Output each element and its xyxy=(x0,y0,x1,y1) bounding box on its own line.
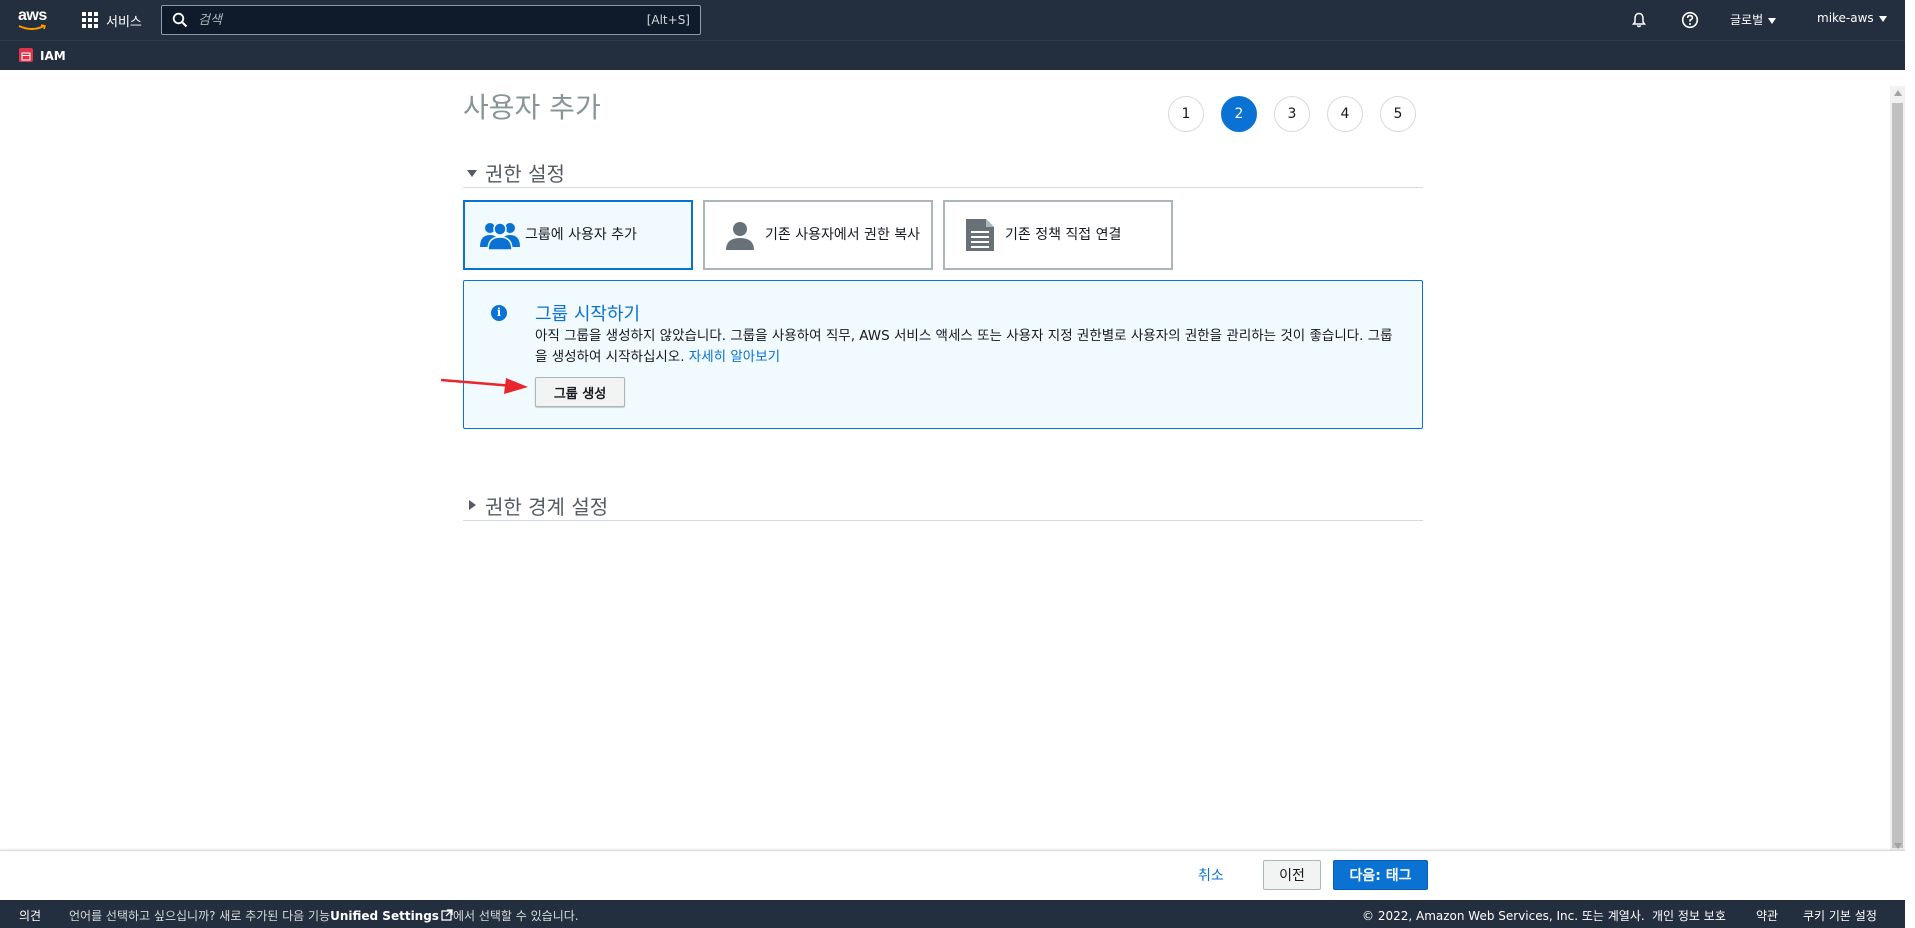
info-icon: i xyxy=(491,305,507,321)
step-3[interactable]: 3 xyxy=(1274,96,1310,132)
account-name: mike-aws xyxy=(1817,11,1874,25)
external-link-icon xyxy=(441,909,453,921)
get-started-with-groups-alert: i 그룹 시작하기 아직 그룹을 생성하지 않았습니다. 그룹을 사용하여 직무… xyxy=(463,280,1423,429)
step-5[interactable]: 5 xyxy=(1380,96,1416,132)
language-notice: 언어를 선택하고 싶으십니까? 새로 추가된 다음 기능Unified Sett… xyxy=(69,907,579,924)
services-menu-button[interactable]: 서비스 xyxy=(82,9,142,31)
page-title: 사용자 추가 xyxy=(463,91,601,124)
copyright: © 2022, Amazon Web Services, Inc. 또는 계열사… xyxy=(1362,909,1645,923)
search-icon xyxy=(172,12,188,28)
option-label: 기존 사용자에서 권한 복사 xyxy=(765,226,921,243)
red-arrow-annotation-icon xyxy=(440,378,528,394)
scroll-down-arrow-icon[interactable] xyxy=(1894,843,1902,849)
page-scrollbar[interactable] xyxy=(1890,86,1905,850)
services-label: 서비스 xyxy=(106,14,142,30)
document-icon xyxy=(957,212,1003,258)
language-notice-suffix: 에서 선택할 수 있습니다. xyxy=(452,909,579,923)
next-tags-button[interactable]: 다음: 태그 xyxy=(1333,860,1428,890)
account-menu[interactable]: mike-aws xyxy=(1817,11,1887,25)
option-attach-policies[interactable]: 기존 정책 직접 연결 xyxy=(943,200,1173,270)
step-2[interactable]: 2 xyxy=(1221,96,1257,132)
permissions-section-title: 권한 설정 xyxy=(485,162,565,186)
feedback-link[interactable]: 의견 xyxy=(19,907,41,924)
top-navigation: aws 서비스 [Alt+S] 글로벌 xyxy=(0,0,1905,40)
step-4[interactable]: 4 xyxy=(1327,96,1363,132)
language-notice-prefix: 언어를 선택하고 싶으십니까? 새로 추가된 다음 기능 xyxy=(69,909,331,923)
user-icon xyxy=(717,212,763,258)
grid-icon xyxy=(82,12,98,28)
service-favorites-bar: IAM xyxy=(0,40,1905,70)
search-shortcut-hint: [Alt+S] xyxy=(646,13,690,27)
option-copy-permissions[interactable]: 기존 사용자에서 권한 복사 xyxy=(703,200,933,270)
previous-button[interactable]: 이전 xyxy=(1263,860,1321,890)
iam-service-icon[interactable] xyxy=(19,48,33,62)
chevron-down-icon xyxy=(1878,15,1887,22)
alert-title: 그룹 시작하기 xyxy=(535,304,641,325)
region-label: 글로벌 xyxy=(1730,13,1764,27)
permissions-boundary-section-title: 권한 경계 설정 xyxy=(485,495,609,519)
terms-link[interactable]: 약관 xyxy=(1756,907,1778,924)
option-label: 기존 정책 직접 연결 xyxy=(1005,226,1122,243)
iam-service-link[interactable]: IAM xyxy=(40,49,66,63)
create-group-button[interactable]: 그룹 생성 xyxy=(535,377,625,407)
region-selector[interactable]: 글로벌 xyxy=(1730,11,1777,28)
group-icon xyxy=(477,212,523,258)
cookie-preferences-link[interactable]: 쿠키 기본 설정 xyxy=(1803,907,1877,924)
search-input[interactable] xyxy=(198,12,647,28)
aws-logo-text: aws xyxy=(18,7,47,24)
bell-icon xyxy=(1632,12,1646,28)
console-footer: 의견 언어를 선택하고 싶으십니까? 새로 추가된 다음 기능Unified S… xyxy=(0,900,1905,928)
step-1[interactable]: 1 xyxy=(1168,96,1204,132)
help-icon xyxy=(1681,11,1699,29)
option-add-user-to-group[interactable]: 그룹에 사용자 추가 xyxy=(463,200,693,270)
cancel-button[interactable]: 취소 xyxy=(1198,865,1224,885)
alert-body-text: 아직 그룹을 생성하지 않았습니다. 그룹을 사용하여 직무, AWS 서비스 … xyxy=(535,328,1393,365)
privacy-link[interactable]: 개인 정보 보호 xyxy=(1652,907,1726,924)
caret-right-icon xyxy=(469,500,476,510)
scroll-up-arrow-icon[interactable] xyxy=(1894,90,1902,96)
help-button[interactable] xyxy=(1680,10,1700,30)
permissions-section-header[interactable]: 권한 설정 xyxy=(463,158,1423,188)
wizard-action-bar: 취소 이전 다음: 태그 xyxy=(0,850,1905,900)
iam-badge-glyph xyxy=(21,52,31,61)
unified-settings-link[interactable]: Unified Settings xyxy=(330,909,439,923)
alert-body: 아직 그룹을 생성하지 않았습니다. 그룹을 사용하여 직무, AWS 서비스 … xyxy=(535,326,1405,368)
scrollbar-thumb[interactable] xyxy=(1892,103,1903,848)
chevron-down-icon xyxy=(1768,17,1777,24)
window-edge xyxy=(1905,0,1915,928)
aws-smile-icon xyxy=(18,24,47,30)
aws-logo[interactable]: aws xyxy=(18,8,52,34)
permissions-boundary-section-header[interactable]: 권한 경계 설정 xyxy=(463,491,1423,521)
search-bar[interactable]: [Alt+S] xyxy=(161,5,701,35)
learn-more-link[interactable]: 자세히 알아보기 xyxy=(689,349,780,365)
caret-down-icon xyxy=(467,170,477,177)
option-label: 그룹에 사용자 추가 xyxy=(525,226,637,243)
notifications-button[interactable] xyxy=(1629,10,1649,30)
wizard-steps: 1 2 3 4 5 xyxy=(1168,96,1433,132)
